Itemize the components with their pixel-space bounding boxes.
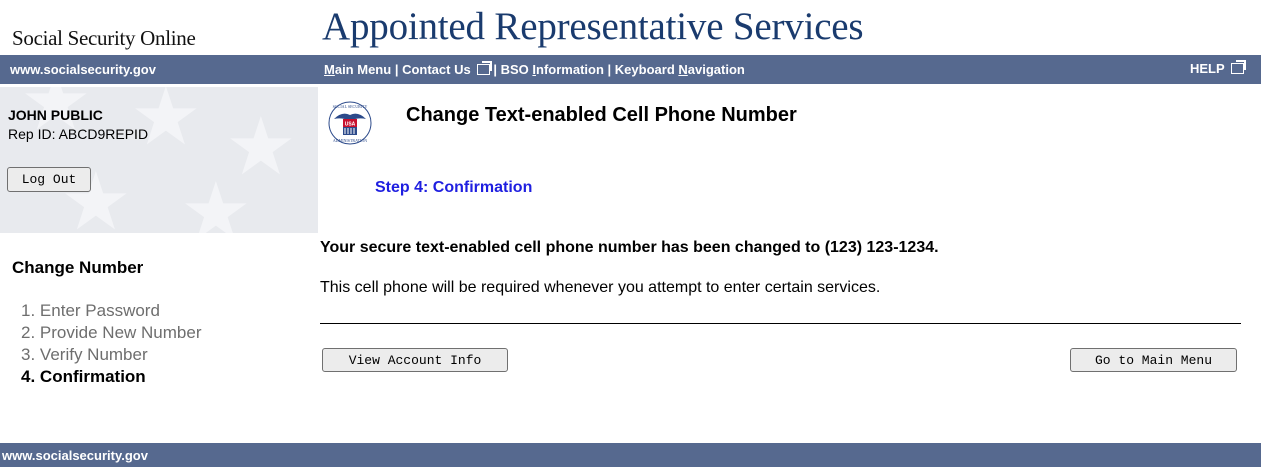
bso-information-link[interactable]: BSO Information xyxy=(501,62,604,77)
site-name: Social Security Online xyxy=(12,26,196,50)
site-url: www.socialsecurity.gov xyxy=(10,62,156,77)
app-title: Appointed Representative Services xyxy=(322,5,864,48)
steps-title: Change Number xyxy=(12,258,144,277)
step-item: 1. Enter Password xyxy=(21,300,201,322)
steps-list: 1. Enter Password 2. Provide New Number … xyxy=(21,300,201,388)
external-link-icon xyxy=(1231,63,1244,74)
go-to-main-menu-button[interactable]: Go to Main Menu xyxy=(1070,348,1237,372)
page-title: Change Text-enabled Cell Phone Number xyxy=(406,104,797,126)
top-nav-links: Main Menu | Contact Us | BSO Information… xyxy=(324,62,745,77)
user-panel: ★ ★ ★ ★ ★ JOHN PUBLIC Rep ID: ABCD9REPID… xyxy=(0,87,318,233)
seal-bottom-text: ADMINISTRATION xyxy=(333,138,367,143)
seal-top-text: SOCIAL SECURITY xyxy=(333,104,368,109)
user-name: JOHN PUBLIC xyxy=(8,107,103,123)
step-label: Verify Number xyxy=(39,345,148,364)
contact-us-link[interactable]: Contact Us xyxy=(402,62,471,77)
top-nav-bar: www.socialsecurity.gov Main Menu | Conta… xyxy=(0,55,1261,84)
help-link[interactable]: HELP xyxy=(1190,61,1247,76)
step-label: Provide New Number xyxy=(39,323,202,342)
step-label: Enter Password xyxy=(39,301,160,320)
nav-separator: | xyxy=(493,62,497,77)
rep-id: Rep ID: ABCD9REPID xyxy=(8,126,149,142)
nav-separator: | xyxy=(607,62,612,77)
help-label: HELP xyxy=(1189,61,1225,76)
external-link-icon xyxy=(477,64,491,75)
confirmation-message: Your secure text-enabled cell phone numb… xyxy=(320,239,939,256)
step-item: 3. Verify Number xyxy=(21,344,201,366)
step-label: Confirmation xyxy=(39,367,146,386)
nav-separator: | xyxy=(394,62,399,77)
step-number: 1. xyxy=(21,301,36,320)
view-account-info-button[interactable]: View Account Info xyxy=(322,348,508,372)
star-decoration: ★ xyxy=(130,87,202,161)
footer-bar: www.socialsecurity.gov xyxy=(0,443,1261,467)
footer-url: www.socialsecurity.gov xyxy=(2,448,148,463)
seal-center-text: USA xyxy=(345,122,356,128)
main-menu-link[interactable]: Main Menu xyxy=(324,62,391,77)
step-number: 4. xyxy=(21,367,36,386)
step-number: 2. xyxy=(21,323,36,342)
step-number: 3. xyxy=(21,345,36,364)
info-message: This cell phone will be required wheneve… xyxy=(320,279,881,296)
logout-button[interactable]: Log Out xyxy=(7,167,91,192)
step-item: 2. Provide New Number xyxy=(21,322,201,344)
ssa-seal-icon: USA SOCIAL SECURITY ADMINISTRATION xyxy=(328,101,372,145)
star-decoration: ★ xyxy=(180,167,252,234)
step-item-current: 4. Confirmation xyxy=(21,366,201,388)
step-heading: Step 4: Confirmation xyxy=(375,179,533,196)
keyboard-navigation-link[interactable]: Keyboard Navigation xyxy=(615,62,745,77)
divider xyxy=(320,323,1241,324)
